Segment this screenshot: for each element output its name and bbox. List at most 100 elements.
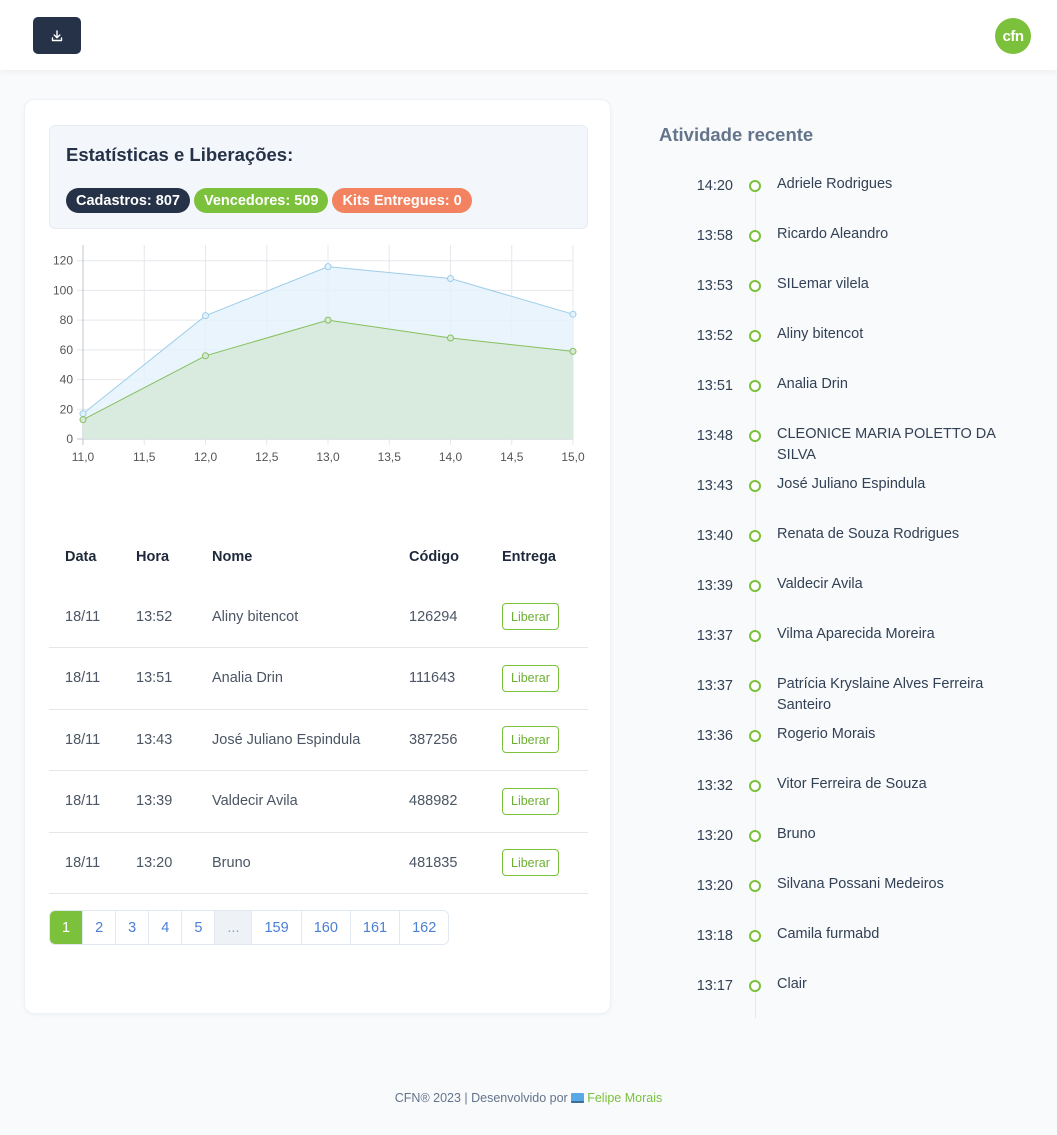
header-entrega: Entrega	[502, 549, 556, 565]
y-tick-label: 40	[60, 373, 74, 387]
top-bar: cfn	[0, 0, 1057, 70]
timeline-item: 14:20 Adriele Rodrigues	[660, 166, 1040, 216]
liberar-button[interactable]: Liberar	[502, 664, 559, 692]
header-codigo: Código	[409, 549, 459, 565]
cell-codigo: 481835	[393, 832, 486, 894]
timeline-name: Bruno	[777, 826, 816, 842]
timeline-item: 13:52 Aliny bitencot	[660, 316, 1040, 366]
timeline-dot-icon	[749, 630, 761, 642]
cell-nome: José Juliano Espindula	[196, 709, 393, 771]
download-button[interactable]	[33, 17, 81, 54]
cell-data: 18/11	[49, 709, 120, 771]
table-row: 18/11 13:20 Bruno 481835 Liberar	[49, 832, 588, 894]
stats-summary: Estatísticas e Liberações: Cadastros: 80…	[49, 125, 588, 229]
timeline-item: 13:43 José Juliano Espindula	[660, 466, 1040, 516]
liberar-button[interactable]: Liberar	[502, 849, 559, 877]
timeline-name: Silvana Possani Medeiros	[777, 876, 944, 892]
timeline-dot-icon	[749, 880, 761, 892]
data-point	[79, 416, 87, 424]
timeline-time: 13:17	[696, 978, 733, 994]
registrations-table: Data Hora Nome Código Entrega 18/11 13:5…	[49, 528, 588, 894]
timeline-dot-icon	[749, 480, 761, 492]
timeline-time: 13:58	[696, 228, 733, 244]
x-tick-label: 11,5	[133, 450, 156, 464]
liberar-button[interactable]: Liberar	[502, 787, 559, 815]
timeline-dot-icon	[749, 930, 761, 942]
timeline-dot-icon	[749, 830, 761, 842]
timeline-dot-icon	[749, 380, 761, 392]
badge-vencedores: Vencedores: 509	[193, 188, 329, 213]
liberar-button[interactable]: Liberar	[502, 726, 559, 754]
timeline-item: 13:58 Ricardo Aleandro	[660, 216, 1040, 266]
badge-kits-entregues: Kits Entregues: 0	[332, 188, 472, 213]
timeline-item: 13:37 Patrícia Kryslaine Alves Ferreira S…	[660, 666, 1040, 716]
footer-author-link[interactable]: Felipe Morais	[587, 1091, 662, 1105]
timeline-name: Camila furmabd	[777, 926, 880, 942]
timeline-item: 13:18 Camila furmabd	[660, 916, 1040, 966]
timeline-name: Analia Drin	[777, 376, 848, 392]
cell-entrega: Liberar	[486, 832, 588, 894]
page-5[interactable]: 5	[181, 911, 215, 944]
timeline-item: 13:53 SILemar vilela	[660, 266, 1040, 316]
x-tick-label: 12,0	[194, 450, 218, 464]
page-159[interactable]: 159	[251, 911, 301, 944]
header-nome: Nome	[212, 549, 253, 565]
x-tick-label: 15,0	[561, 450, 585, 464]
cell-hora: 13:20	[120, 832, 196, 894]
page-1[interactable]: 1	[50, 911, 83, 944]
x-tick-label: 14,5	[500, 450, 524, 464]
timeline-item: 13:39 Valdecir Avila	[660, 566, 1040, 616]
timeline-dot-icon	[749, 430, 761, 442]
x-tick-label: 13,5	[378, 450, 402, 464]
cell-hora: 13:43	[120, 709, 196, 771]
y-tick-label: 0	[66, 432, 73, 446]
cell-entrega: Liberar	[486, 586, 588, 648]
page-162[interactable]: 162	[399, 911, 449, 944]
timeline-time: 13:20	[696, 878, 733, 894]
timeline-name: José Juliano Espindula	[777, 476, 926, 492]
page-161[interactable]: 161	[349, 911, 400, 944]
cell-entrega: Liberar	[486, 647, 588, 710]
table-row: 18/11 13:43 José Juliano Espindula 38725…	[49, 709, 588, 771]
timeline-name: Vitor Ferreira de Souza	[777, 776, 927, 792]
timeline-item: 13:37 Vilma Aparecida Moreira	[660, 616, 1040, 666]
stats-title: Estatísticas e Liberações:	[66, 144, 294, 165]
liberar-button[interactable]: Liberar	[502, 603, 559, 630]
data-point	[569, 310, 577, 318]
timeline-time: 13:39	[696, 578, 733, 594]
timeline-time: 13:43	[696, 478, 733, 494]
data-point	[447, 275, 454, 283]
y-tick-label: 100	[53, 283, 73, 297]
timeline-name: Patrícia Kryslaine Alves Ferreira Santei…	[777, 676, 984, 713]
page-3[interactable]: 3	[115, 911, 149, 944]
page-4[interactable]: 4	[148, 911, 182, 944]
page-160[interactable]: 160	[300, 911, 350, 944]
timeline-name: Vilma Aparecida Moreira	[777, 626, 935, 642]
cfn-logo[interactable]: cfn	[995, 18, 1031, 54]
timeline-dot-icon	[749, 530, 761, 542]
cell-data: 18/11	[49, 770, 120, 833]
timeline-item: 13:32 Vitor Ferreira de Souza	[660, 766, 1040, 816]
cell-nome: Bruno	[196, 832, 393, 894]
timeline-item: 13:36 Rogerio Morais	[660, 716, 1040, 766]
cell-entrega: Liberar	[486, 709, 588, 771]
table-header-row: Data Hora Nome Código Entrega	[49, 528, 588, 586]
timeline-time: 13:40	[696, 528, 733, 544]
timeline-item: 13:40 Renata de Souza Rodrigues	[660, 516, 1040, 566]
cell-data: 18/11	[49, 832, 120, 894]
registrations-chart: 02040608010012014011,011,512,012,513,013…	[53, 245, 585, 464]
timeline-name: Clair	[777, 976, 807, 992]
cell-hora: 13:39	[120, 770, 196, 833]
timeline-time: 13:51	[696, 378, 733, 394]
data-point	[447, 334, 454, 342]
timeline-name: Valdecir Avila	[777, 576, 863, 592]
data-point	[324, 316, 332, 324]
download-icon	[51, 29, 63, 41]
cell-nome: Analia Drin	[196, 647, 393, 710]
recent-activity-title: Atividade recente	[659, 124, 814, 145]
timeline-time: 13:36	[696, 728, 733, 744]
timeline-name: Aliny bitencot	[777, 326, 864, 342]
timeline-dot-icon	[749, 980, 761, 992]
page-2[interactable]: 2	[82, 911, 116, 944]
x-tick-label: 11,0	[72, 450, 95, 464]
